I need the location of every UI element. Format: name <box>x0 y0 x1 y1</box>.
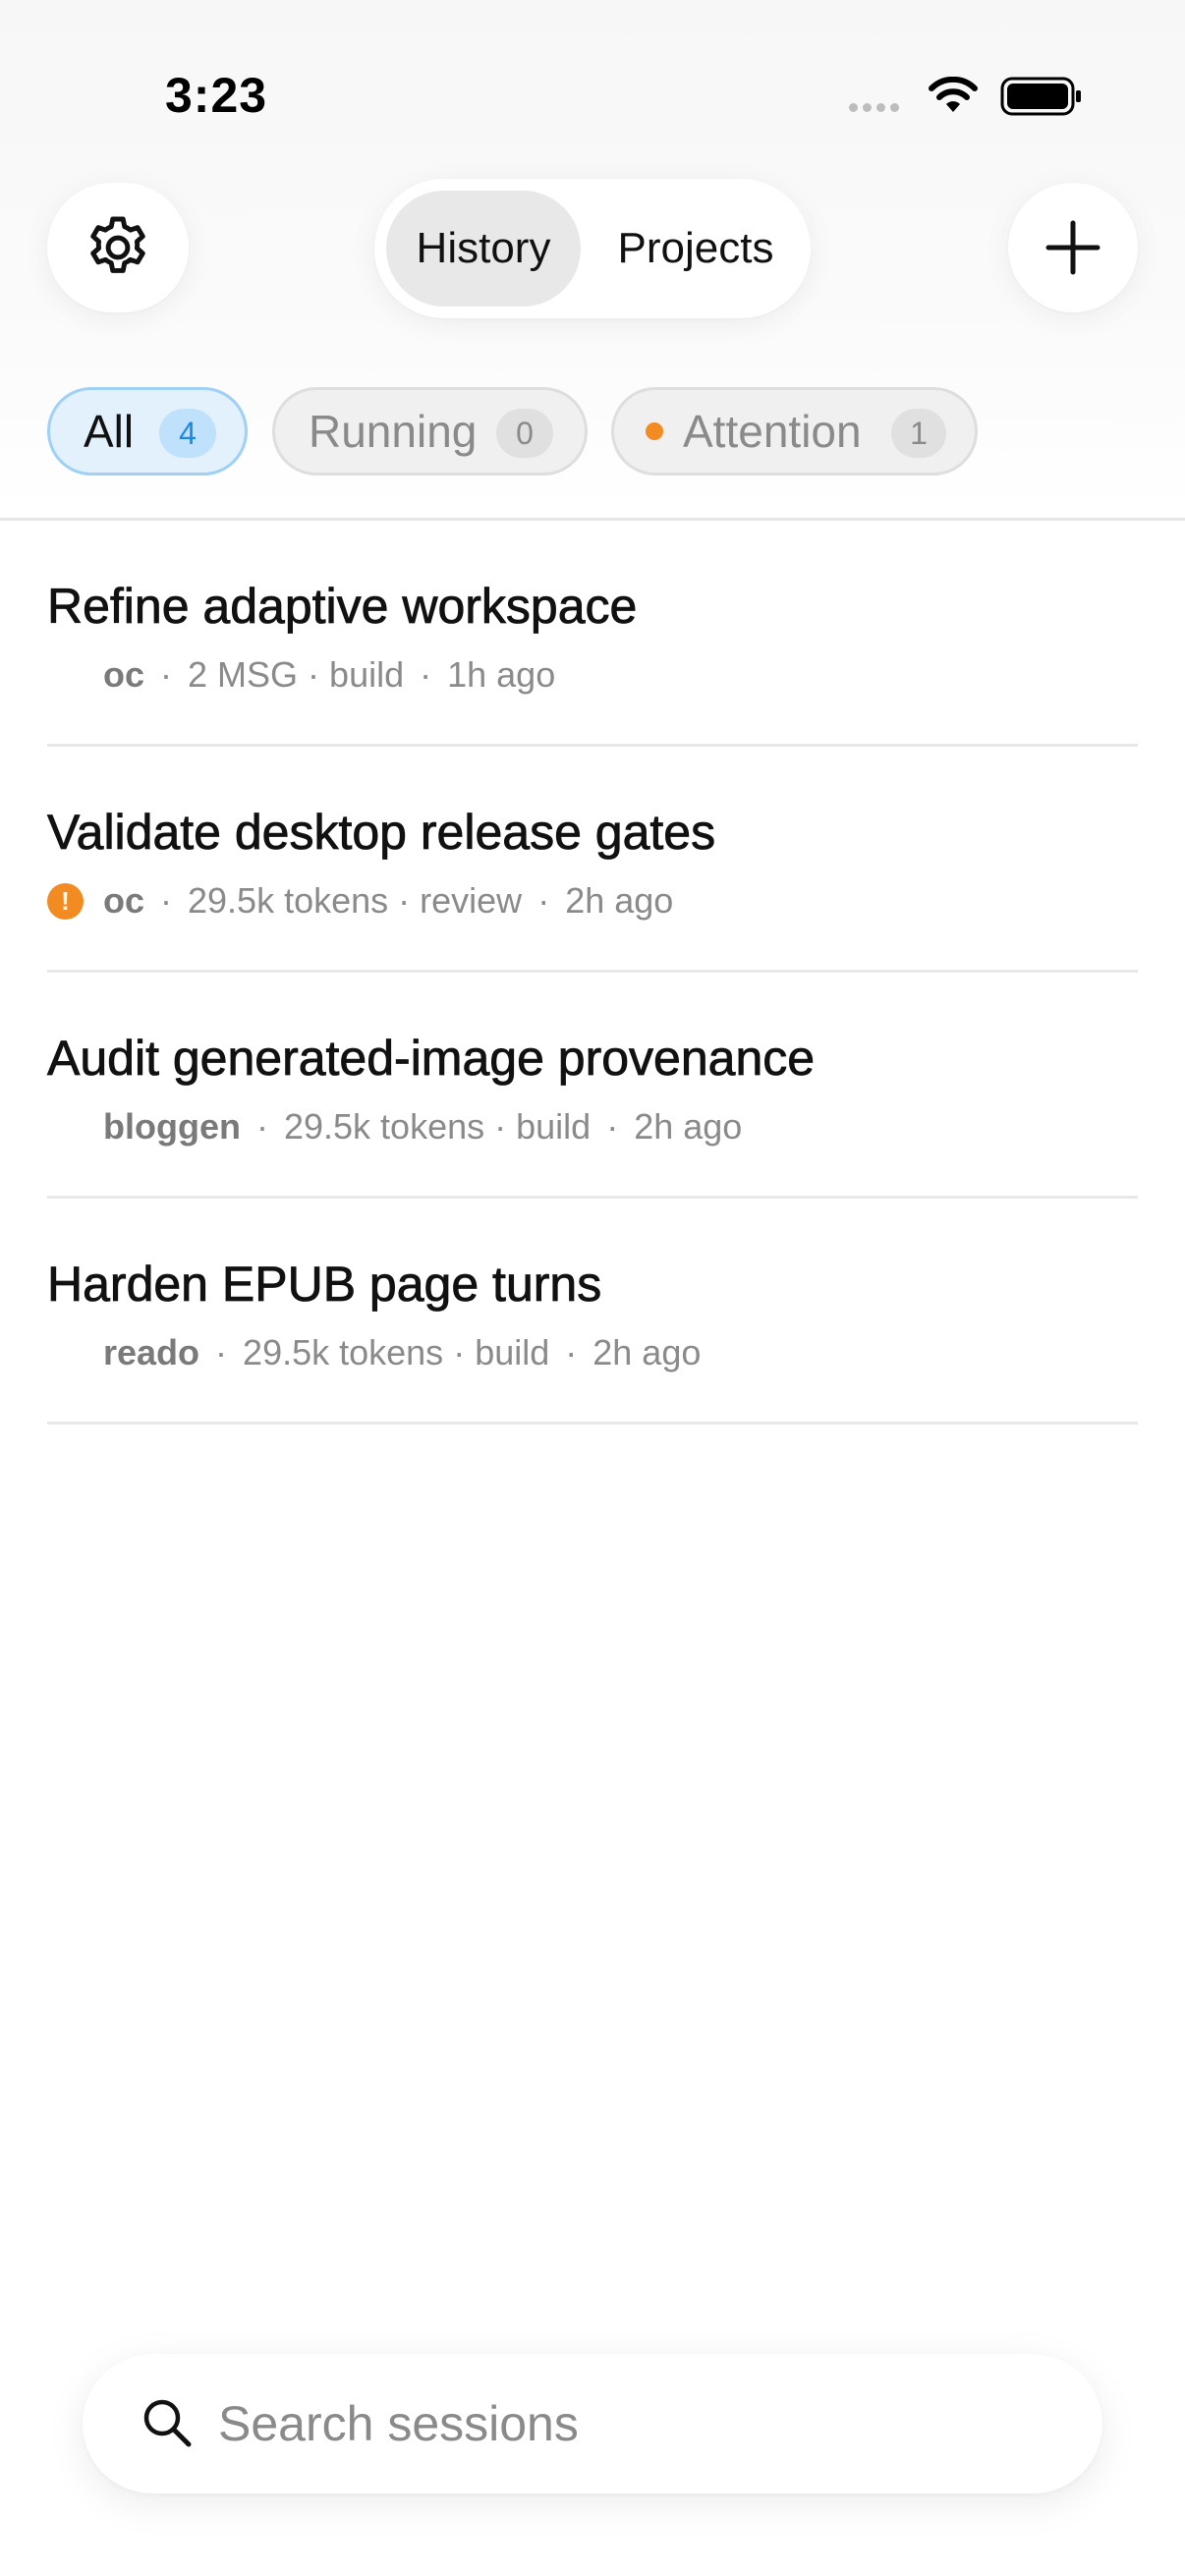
battery-icon <box>1000 77 1081 116</box>
session-row[interactable]: Validate desktop release gates ! oc · 29… <box>47 747 1138 973</box>
session-mode: build <box>475 1332 550 1372</box>
session-title: Audit generated-image provenance <box>47 1031 816 1087</box>
attention-dot-icon <box>646 422 663 440</box>
filter-chip-running[interactable]: Running 0 <box>272 387 588 476</box>
filter-count-badge: 1 <box>891 409 946 458</box>
session-project: oc <box>103 654 145 695</box>
tab-history[interactable]: History <box>386 191 581 307</box>
search-icon <box>143 2399 192 2447</box>
session-age: 2h ago <box>565 880 674 921</box>
session-title: Harden EPUB page turns <box>47 1257 602 1313</box>
session-title: Refine adaptive workspace <box>47 579 638 635</box>
filter-chip-label: Attention <box>683 406 862 457</box>
session-stat: 2 MSG <box>188 654 299 695</box>
search-bar[interactable] <box>83 2354 1102 2493</box>
session-row[interactable]: Refine adaptive workspace oc · 2 MSG · b… <box>47 521 1138 747</box>
filter-chip-attention[interactable]: Attention 1 <box>611 387 978 476</box>
view-switcher: History Projects <box>374 179 811 318</box>
session-stat: 29.5k tokens <box>283 1106 485 1147</box>
row-divider <box>47 1422 1138 1425</box>
tab-projects[interactable]: Projects <box>592 191 799 307</box>
session-project: bloggen <box>103 1106 241 1147</box>
attention-warning-icon: ! <box>47 883 84 920</box>
settings-button[interactable] <box>47 183 189 312</box>
gear-icon <box>90 216 145 273</box>
session-title: Validate desktop release gates <box>47 805 716 861</box>
filter-chip-all[interactable]: All 4 <box>47 387 248 476</box>
session-age: 2h ago <box>592 1332 702 1372</box>
session-mode: build <box>329 654 405 695</box>
filter-count-badge: 0 <box>496 409 553 458</box>
session-row[interactable]: Audit generated-image provenance bloggen… <box>47 973 1138 1199</box>
session-row[interactable]: Harden EPUB page turns reado · 29.5k tok… <box>47 1199 1138 1425</box>
session-stat: 29.5k tokens <box>243 1332 444 1372</box>
session-mode: review <box>420 880 523 921</box>
session-project: reado <box>103 1332 200 1372</box>
session-meta: reado · 29.5k tokens · build · 2h ago <box>103 1332 702 1372</box>
session-meta: oc · 2 MSG · build · 1h ago <box>103 654 556 695</box>
wifi-icon <box>929 77 978 112</box>
session-stat: 29.5k tokens <box>188 880 389 921</box>
cellular-signal-icon <box>849 103 899 112</box>
app-screen: 3:23 History Projects All 4 Running 0 At… <box>0 0 1185 2576</box>
session-meta: bloggen · 29.5k tokens · build · 2h ago <box>103 1106 743 1147</box>
session-mode: build <box>516 1106 592 1147</box>
session-project: oc <box>103 880 145 921</box>
filter-chip-label: All <box>84 406 135 457</box>
search-input[interactable] <box>218 2383 1063 2464</box>
session-age: 1h ago <box>447 654 556 695</box>
session-age: 2h ago <box>634 1106 743 1147</box>
new-session-button[interactable] <box>1008 183 1138 312</box>
plus-icon <box>1045 220 1100 275</box>
filter-chip-label: Running <box>309 406 478 457</box>
filter-count-badge: 4 <box>159 409 216 458</box>
status-time: 3:23 <box>165 68 268 123</box>
session-meta: ! oc · 29.5k tokens · review · 2h ago <box>47 876 673 925</box>
